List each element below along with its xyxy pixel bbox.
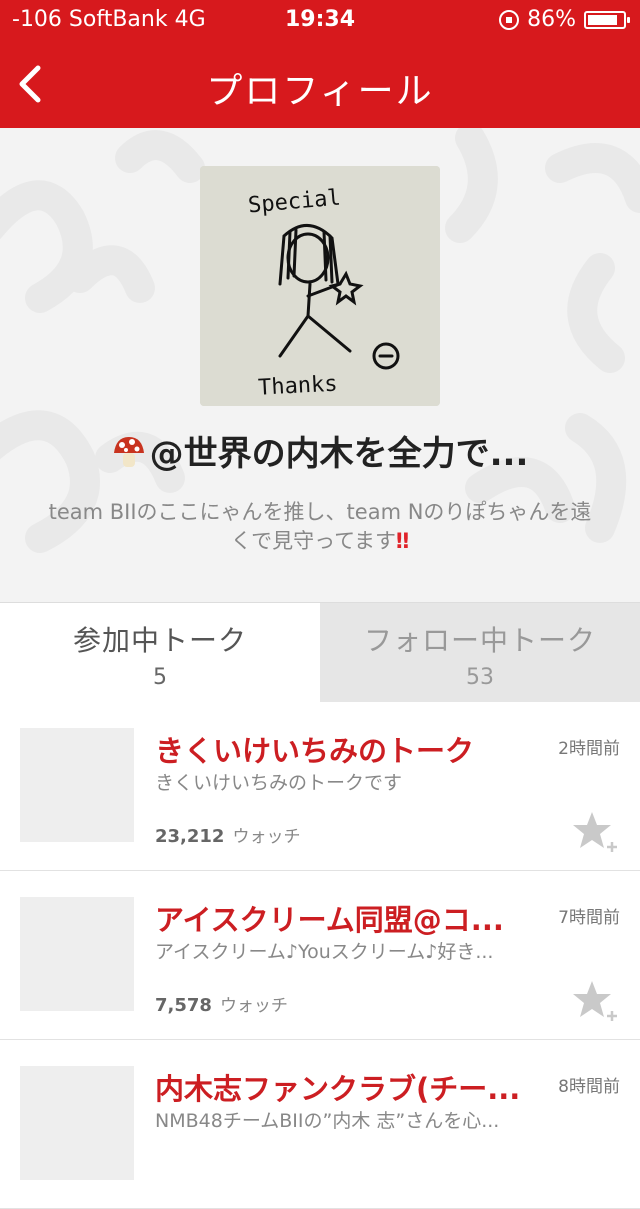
talk-description: きくいけいちみのトークです (155, 772, 403, 794)
talk-thumbnail (20, 728, 134, 842)
watch-count: 23,212 (155, 826, 225, 847)
header-bar: -106 SoftBank 4G 19:34 86% プロフィール (0, 0, 640, 128)
status-right: 86% (499, 7, 630, 32)
talk-description: アイスクリーム♪Youスクリーム♪好き... (155, 941, 494, 963)
tab-bar: 参加中トーク 5 フォロー中トーク 53 (0, 602, 640, 702)
talk-thumbnail (20, 897, 134, 1011)
watch-info: 23,212 ウォッチ (155, 822, 300, 847)
talk-description: NMB48チームBIIの”内木 志”さんを心... (155, 1110, 500, 1132)
talk-row[interactable]: きくいけいちみのトーク 2時間前 きくいけいちみのトークです 23,212 ウォッ… (0, 702, 640, 871)
battery-percent: 86% (527, 7, 576, 32)
talk-time: 8時間前 (558, 1077, 620, 1097)
profile-name: @世界の内木を全力で... (149, 434, 529, 474)
tab-count: 5 (153, 665, 167, 690)
rotation-lock-icon (499, 9, 520, 30)
avatar-text-bottom: Thanks (257, 372, 338, 401)
double-exclamation-icon: ‼ (396, 529, 410, 553)
tab-following-talks[interactable]: フォロー中トーク 53 (320, 602, 640, 702)
talk-time: 7時間前 (558, 908, 620, 928)
talk-time: 2時間前 (558, 739, 620, 759)
watch-label: ウォッチ (232, 827, 301, 847)
bio-text: team BIIのここにゃんを推し、team Nのりぽちゃんを遠くで見守ってます (48, 500, 592, 553)
status-bar: -106 SoftBank 4G 19:34 86% (0, 0, 640, 40)
talk-title: 内木志ファンクラブ(チー... (155, 1072, 521, 1106)
navigation-bar: プロフィール (0, 40, 640, 128)
mushroom-icon (113, 437, 144, 467)
watch-count: 7,578 (155, 995, 212, 1016)
tab-label: 参加中トーク (72, 624, 247, 657)
tab-count: 53 (466, 665, 494, 690)
page-title: プロフィール (206, 71, 434, 112)
star-plus-icon[interactable] (572, 810, 620, 854)
talk-row[interactable]: アイスクリーム同盟@コ... 7時間前 アイスクリーム♪Youスクリーム♪好き.… (0, 871, 640, 1040)
watch-info: 7,578 ウォッチ (155, 991, 288, 1016)
talk-title: きくいけいちみのトーク (155, 734, 475, 768)
talk-list: きくいけいちみのトーク 2時間前 きくいけいちみのトークです 23,212 ウォッ… (0, 702, 640, 1209)
talk-thumbnail (20, 1066, 134, 1180)
tab-label: フォロー中トーク (363, 624, 596, 657)
avatar-drawing: Special Thanks (200, 166, 440, 406)
talk-title: アイスクリーム同盟@コ... (155, 903, 504, 937)
avatar: Special Thanks (200, 166, 440, 406)
star-plus-icon[interactable] (572, 979, 620, 1023)
tab-joined-talks[interactable]: 参加中トーク 5 (0, 602, 320, 702)
talk-row[interactable]: 内木志ファンクラブ(チー... 8時間前 NMB48チームBIIの”内木 志”さ… (0, 1040, 640, 1209)
profile-bio: team BIIのここにゃんを推し、team Nのりぽちゃんを遠くで見守ってます… (40, 498, 600, 556)
profile-name-row: @世界の内木を全力で... (0, 426, 640, 475)
watch-label: ウォッチ (219, 996, 288, 1016)
profile-header: Special Thanks @世界の内木を全力で... team BIIのここ… (0, 128, 640, 602)
battery-icon (584, 10, 630, 29)
